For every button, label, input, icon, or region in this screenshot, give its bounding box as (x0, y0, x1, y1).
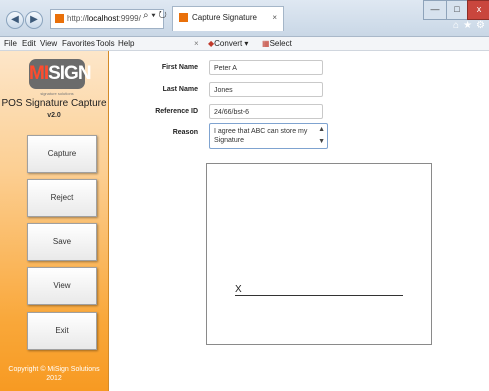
menu-tools[interactable]: Tools (96, 37, 115, 50)
reject-button[interactable]: Reject (27, 179, 97, 217)
tab-capture-signature[interactable]: Capture Signature × (172, 6, 284, 31)
maximize-button[interactable]: □ (446, 0, 468, 20)
reference-id-field[interactable]: 24/66/bst-6 (209, 104, 323, 119)
reference-id-label: Reference ID (155, 108, 198, 115)
address-host: localhost (87, 14, 119, 23)
app-title: POS Signature Capture (1, 98, 107, 109)
select-label: Select (269, 39, 292, 48)
convert-dropdown-icon: ▾ (244, 39, 249, 48)
reason-textarea[interactable]: I agree that ABC can store my Signature … (209, 123, 328, 149)
gear-icon[interactable]: ⚙ (476, 20, 485, 31)
signature-x-mark: X (235, 284, 242, 295)
close-window-button[interactable]: x (467, 0, 489, 20)
minimize-button[interactable]: — (423, 0, 447, 20)
copyright-line2: 2012 (46, 375, 62, 382)
copyright: Copyright © MiSign Solutions 2012 (0, 365, 108, 383)
browser-titlebar: ◀ ▶ http://localhost:9999/ ⌕ ▾ ↻ Capture… (0, 0, 489, 37)
address-rest: :9999/ (118, 14, 141, 23)
signature-line (235, 295, 403, 296)
scroll-up-icon[interactable]: ▲ (318, 125, 325, 134)
logo-text-mi: MI (29, 63, 49, 84)
app-version: v2.0 (47, 112, 61, 119)
search-refresh-icon[interactable]: ⌕ ▾ ↻ (143, 10, 167, 21)
menu-edit[interactable]: Edit (22, 37, 36, 50)
last-name-field[interactable]: Jones (209, 82, 323, 97)
last-name-label: Last Name (162, 86, 198, 93)
tab-title: Capture Signature (192, 13, 257, 22)
browser-toolbar-icons: ⌂ ★ ⚙ (449, 20, 485, 31)
select-icon: ▦ (262, 39, 270, 48)
site-favicon-icon (55, 14, 64, 24)
forward-button[interactable]: ▶ (25, 11, 43, 29)
exit-button[interactable]: Exit (27, 312, 97, 350)
tab-favicon-icon (179, 13, 188, 23)
capture-button[interactable]: Capture (27, 135, 97, 173)
reason-label: Reason (172, 129, 198, 136)
toolbar-close-icon[interactable]: × (194, 37, 199, 50)
menu-help[interactable]: Help (118, 37, 134, 50)
menu-view[interactable]: View (40, 37, 57, 50)
menu-bar: File Edit View Favorites Tools Help × ◆C… (0, 37, 489, 51)
scroll-down-icon[interactable]: ▼ (318, 137, 325, 146)
convert-label: Convert (214, 39, 243, 48)
menu-favorites[interactable]: Favorites (62, 37, 95, 50)
tab-close-icon[interactable]: × (272, 7, 277, 29)
logo-text-sign: SIGN (48, 63, 91, 84)
back-button[interactable]: ◀ (6, 11, 24, 29)
select-button[interactable]: ▦Select (262, 37, 292, 50)
first-name-field[interactable]: Peter A (209, 60, 323, 75)
reason-text: I agree that ABC can store my Signature (214, 128, 308, 144)
signature-pad[interactable]: X (206, 163, 432, 345)
sidebar: MISIGN signature solutions POS Signature… (0, 51, 109, 391)
convert-button[interactable]: ◆Convert ▾ (208, 37, 248, 50)
save-button[interactable]: Save (27, 223, 97, 261)
favorites-star-icon[interactable]: ★ (463, 20, 472, 31)
logo-tagline: signature solutions (40, 91, 74, 96)
menu-file[interactable]: File (4, 37, 17, 50)
address-prefix: http:// (67, 14, 88, 23)
misign-logo: MISIGN (29, 59, 92, 89)
view-button[interactable]: View (27, 267, 97, 305)
first-name-label: First Name (161, 64, 198, 71)
home-icon[interactable]: ⌂ (453, 20, 459, 31)
copyright-line1: Copyright © MiSign Solutions (8, 366, 100, 373)
